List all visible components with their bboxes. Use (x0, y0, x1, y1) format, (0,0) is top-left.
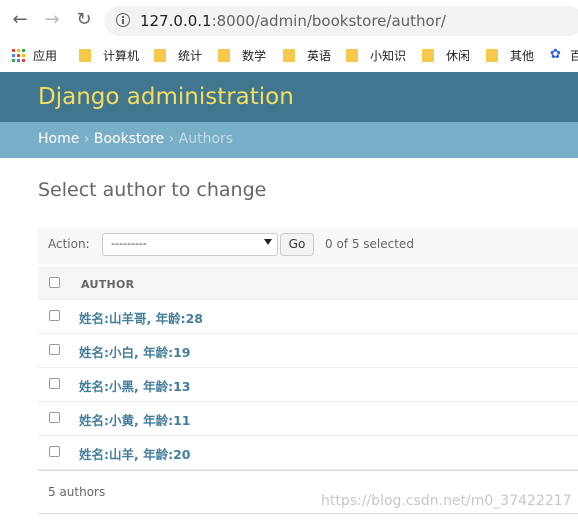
bookmark-folder[interactable]: 统计 (154, 46, 202, 64)
browser-toolbar: ← → ↻ 127.0.0.1:8000/admin/bookstore/aut… (0, 0, 578, 40)
author-link[interactable]: 姓名:小白, 年龄:19 (79, 342, 191, 361)
go-button[interactable]: Go (280, 233, 314, 256)
action-label: Action: (48, 237, 90, 251)
back-arrow-icon[interactable]: ← (10, 10, 30, 30)
bookmarks-bar: 应用 计算机 统计 数学 英语 小知识 休闲 其他 ✿ 百 (0, 40, 578, 70)
actions-bar: Action: --------- Go 0 of 5 selected (38, 228, 578, 264)
breadcrumb-trail: Home › Bookstore › Authors (38, 131, 233, 147)
author-link[interactable]: 姓名:山羊哥, 年龄:28 (79, 308, 203, 327)
folder-icon (79, 48, 91, 62)
bookmark-folder[interactable]: 数学 (218, 46, 266, 64)
row-checkbox[interactable] (49, 412, 60, 423)
table-row: 姓名:小黑, 年龄:13 (38, 368, 578, 402)
results-table: AUTHOR 姓名:山羊哥, 年龄:28 姓名:小白, 年龄:19 姓名:小黑,… (38, 267, 578, 470)
table-header: AUTHOR (38, 267, 578, 300)
select-all-checkbox[interactable] (49, 277, 60, 288)
page-title: Select author to change (38, 179, 267, 201)
bookmark-folder[interactable]: 英语 (283, 46, 331, 64)
bookmark-folder[interactable]: 休闲 (422, 46, 470, 64)
bookmark-label: 休闲 (446, 48, 471, 63)
browser-chrome: ← → ↻ 127.0.0.1:8000/admin/bookstore/aut… (0, 0, 578, 72)
bookmark-label: 其他 (510, 48, 535, 63)
url-path: :8000/admin/bookstore/author/ (211, 12, 446, 30)
table-row: 姓名:小白, 年龄:19 (38, 334, 578, 368)
author-link[interactable]: 姓名:小黑, 年龄:13 (79, 376, 191, 395)
bookmark-label: 数学 (242, 48, 267, 63)
bookmark-folder[interactable]: 其他 (486, 46, 534, 64)
folder-icon (154, 48, 166, 62)
bookmark-label: 百 (570, 48, 578, 63)
row-checkbox[interactable] (49, 310, 60, 321)
breadcrumb: Home › Bookstore › Authors (0, 122, 578, 158)
apps-grid-icon (12, 48, 25, 62)
table-row: 姓名:山羊, 年龄:20 (38, 436, 578, 470)
action-select[interactable]: --------- (102, 233, 278, 256)
address-bar[interactable]: 127.0.0.1:8000/admin/bookstore/author/ (104, 6, 578, 36)
folder-icon (486, 48, 498, 62)
table-row: 姓名:山羊哥, 年龄:28 (38, 300, 578, 334)
bookmark-label: 计算机 (103, 48, 140, 63)
selected-count: 0 of 5 selected (325, 237, 414, 251)
folder-icon (218, 48, 230, 62)
action-select-value: --------- (111, 237, 147, 250)
result-count: 5 authors (48, 485, 106, 499)
baidu-paw-icon: ✿ (550, 47, 561, 62)
row-checkbox[interactable] (49, 378, 60, 389)
breadcrumb-separator: › (83, 131, 90, 147)
site-title[interactable]: Django administration (38, 84, 294, 110)
url-text[interactable]: 127.0.0.1:8000/admin/bookstore/author/ (140, 12, 446, 30)
bookmark-label: 英语 (307, 48, 332, 63)
forward-arrow-icon[interactable]: → (42, 10, 62, 30)
bookmark-folder[interactable]: 小知识 (346, 46, 406, 64)
url-host: 127.0.0.1 (140, 12, 212, 30)
bookmark-folder[interactable]: 计算机 (79, 46, 139, 64)
folder-icon (283, 48, 295, 62)
breadcrumb-app-link[interactable]: Bookstore (94, 131, 164, 147)
breadcrumb-home-link[interactable]: Home (38, 131, 79, 147)
dropdown-arrow-icon (264, 239, 272, 245)
row-checkbox[interactable] (49, 446, 60, 457)
reload-icon[interactable]: ↻ (74, 10, 94, 30)
folder-icon (422, 48, 434, 62)
bookmark-label: 应用 (33, 48, 58, 63)
watermark: https://blog.csdn.net/m0_37422217 (321, 493, 572, 509)
site-header: Django administration (0, 72, 578, 122)
folder-icon (346, 48, 358, 62)
table-row: 姓名:小黄, 年龄:11 (38, 402, 578, 436)
breadcrumb-current: Authors (178, 131, 234, 147)
breadcrumb-separator: › (168, 131, 175, 147)
author-link[interactable]: 姓名:山羊, 年龄:20 (79, 444, 191, 463)
bookmark-label: 统计 (178, 48, 203, 63)
bookmark-baidu[interactable]: ✿ 百 (550, 46, 578, 64)
site-info-icon[interactable] (116, 13, 130, 27)
row-checkbox[interactable] (49, 344, 60, 355)
author-column-header[interactable]: AUTHOR (81, 278, 134, 291)
author-link[interactable]: 姓名:小黄, 年龄:11 (79, 410, 191, 429)
bookmark-apps[interactable]: 应用 (12, 46, 57, 64)
bookmark-label: 小知识 (370, 48, 407, 63)
